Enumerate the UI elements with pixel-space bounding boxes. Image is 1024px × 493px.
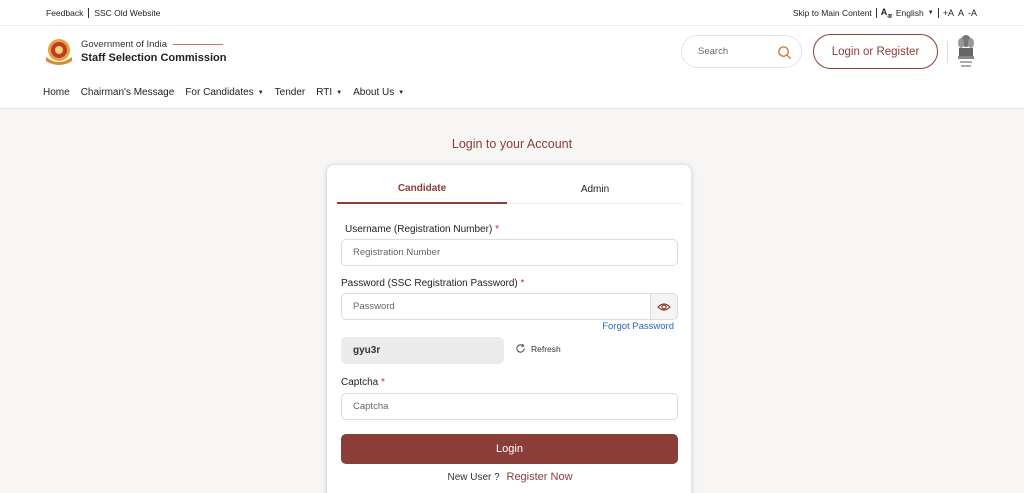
chevron-down-icon: ▼ <box>336 89 343 96</box>
show-password-toggle[interactable] <box>651 293 678 320</box>
chevron-down-icon: ▼ <box>257 89 264 96</box>
new-user-label: New User ? <box>447 472 500 483</box>
nav-chairmans-message[interactable]: Chairman's Message <box>81 87 175 98</box>
forgot-password-link[interactable]: Forgot Password <box>602 321 674 332</box>
top-utility-bar: Feedback SSC Old Website Skip to Main Co… <box>0 0 1024 26</box>
divider <box>875 8 877 19</box>
gov-label: Government of India <box>81 39 168 50</box>
login-tabs: Candidate Admin <box>337 175 683 204</box>
chevron-down-icon: ▼ <box>398 89 405 96</box>
skip-to-content-link[interactable]: Skip to Main Content <box>793 8 872 18</box>
page-title: Login to your Account <box>451 137 573 151</box>
captcha-label: Captcha * <box>341 377 385 388</box>
username-input[interactable]: Registration Number <box>341 239 678 266</box>
nav-rti[interactable]: RTI ▼ <box>316 87 342 98</box>
username-label: Username (Registration Number) * <box>345 224 499 235</box>
register-now-link[interactable]: Register Now <box>507 471 573 483</box>
language-icon: Aअ <box>880 7 892 20</box>
brand-title: Government of India Staff Selection Comm… <box>81 39 226 64</box>
org-name: Staff Selection Commission <box>81 52 227 64</box>
eye-icon <box>657 302 671 311</box>
tab-admin[interactable]: Admin <box>507 175 683 204</box>
main-nav: Home Chairman's Message For Candidates ▼ … <box>0 77 1024 109</box>
new-user-prompt: New User ? Register Now <box>327 471 693 483</box>
site-header: Government of India Staff Selection Comm… <box>0 26 1024 77</box>
font-normal-button[interactable]: A <box>958 8 964 18</box>
tab-candidate[interactable]: Candidate <box>337 175 507 204</box>
nav-home[interactable]: Home <box>43 87 70 98</box>
login-register-button[interactable]: Login or Register <box>813 34 938 69</box>
login-button[interactable]: Login <box>341 434 678 464</box>
password-input[interactable]: Password <box>341 293 651 320</box>
captcha-image: gyu3r <box>341 337 504 364</box>
decorative-line <box>173 44 224 45</box>
search-icon[interactable] <box>777 45 792 60</box>
search-box[interactable]: Search <box>681 35 802 68</box>
feedback-link[interactable]: Feedback <box>46 8 83 18</box>
font-decrease-button[interactable]: -A <box>968 8 977 18</box>
ssc-logo[interactable] <box>43 37 75 67</box>
nav-tender[interactable]: Tender <box>275 87 306 98</box>
divider <box>947 41 948 63</box>
old-website-link[interactable]: SSC Old Website <box>94 8 160 18</box>
login-card: Candidate Admin Username (Registration N… <box>326 164 692 493</box>
captcha-input[interactable]: Captcha <box>341 393 678 420</box>
font-increase-button[interactable]: +A <box>943 8 954 18</box>
search-input[interactable]: Search <box>698 46 728 57</box>
nav-about-us[interactable]: About Us ▼ <box>353 87 404 98</box>
national-emblem-icon <box>958 35 974 67</box>
divider <box>937 8 939 19</box>
language-select[interactable]: English <box>896 8 924 18</box>
chevron-down-icon: ▼ <box>927 10 934 17</box>
divider <box>88 8 90 18</box>
nav-for-candidates[interactable]: For Candidates ▼ <box>185 87 263 98</box>
refresh-icon <box>516 343 525 353</box>
password-label: Password (SSC Registration Password) * <box>341 278 525 289</box>
refresh-label: Refresh <box>531 343 561 354</box>
refresh-captcha-button[interactable]: Refresh <box>515 343 561 354</box>
